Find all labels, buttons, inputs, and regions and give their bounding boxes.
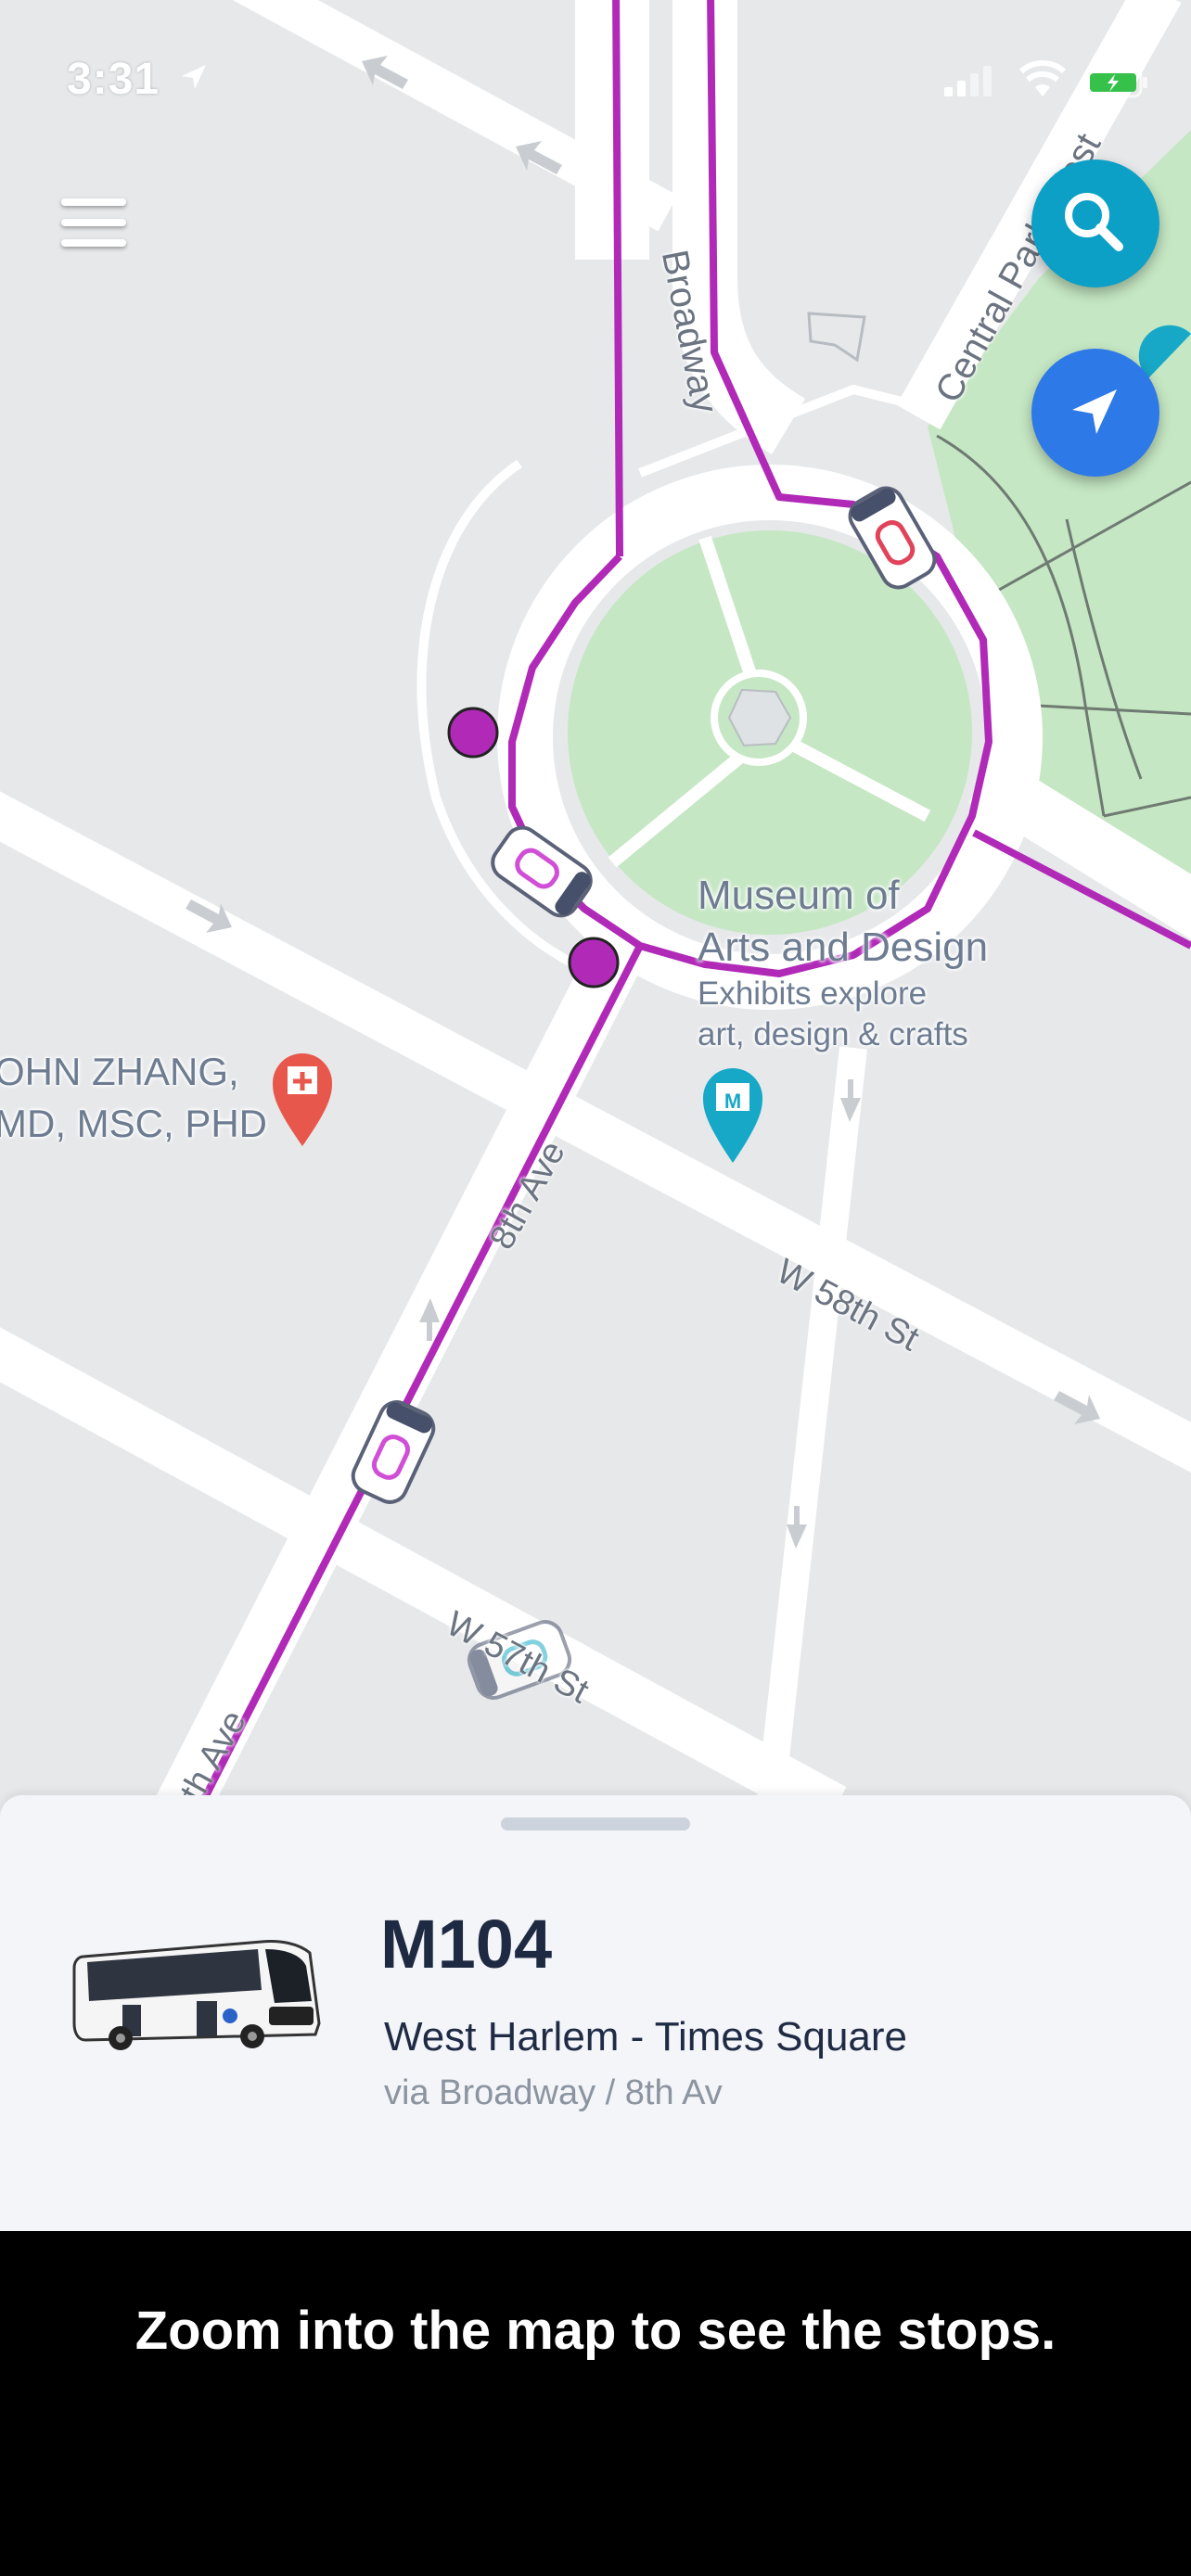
locate-me-button[interactable]	[1031, 349, 1159, 477]
museum-pin-icon: M	[703, 1068, 762, 1163]
cellular-signal-icon	[944, 66, 992, 96]
bus-stop	[568, 937, 620, 988]
hamburger-icon	[61, 198, 126, 206]
poi-museum-subtitle-line: art, design & crafts	[698, 1016, 968, 1052]
route-destination: West Harlem - Times Square	[384, 2014, 908, 2060]
hint-text: Zoom into the map to see the stops.	[134, 2301, 1057, 2361]
poi-museum-title-line: Arts and Design	[698, 925, 989, 970]
svg-text:M: M	[724, 1090, 741, 1113]
route-via: via Broadway / 8th Av	[384, 2073, 723, 2112]
hint-banner: Zoom into the map to see the stops.	[0, 2231, 1191, 2576]
battery-icon	[1083, 67, 1147, 98]
poi-doctor-line: MD, MSC, PHD	[0, 1102, 267, 1145]
map-view[interactable]: M Broadway Central Park West 8th Ave 8th…	[0, 0, 1191, 1817]
search-button[interactable]	[1031, 159, 1159, 287]
poi-museum-title[interactable]: Museum of Arts and Design	[698, 870, 988, 974]
status-bar: 3:31	[0, 0, 1191, 158]
doctor-pin-icon	[273, 1053, 332, 1146]
search-icon	[1065, 193, 1123, 251]
poi-doctor-label[interactable]: OHN ZHANG, MD, MSC, PHD	[0, 1046, 267, 1150]
menu-button[interactable]	[61, 195, 130, 254]
poi-museum-subtitle: Exhibits explore art, design & crafts	[698, 974, 968, 1055]
location-arrow-icon	[182, 65, 206, 89]
route-info-sheet[interactable]: M104 West Harlem - Times Square via Broa…	[0, 1795, 1191, 2231]
bus-stop	[447, 707, 499, 759]
route-name: M104	[380, 1906, 553, 1983]
status-time: 3:31	[67, 55, 160, 104]
sheet-grabber-handle[interactable]	[501, 1817, 690, 1830]
wifi-icon	[1018, 60, 1067, 96]
navigation-arrow-icon	[1072, 389, 1117, 434]
poi-museum-subtitle-line: Exhibits explore	[698, 976, 928, 1012]
poi-doctor-line: OHN ZHANG,	[0, 1050, 239, 1093]
hamburger-icon	[61, 219, 126, 226]
poi-museum-title-line: Museum of	[698, 873, 900, 918]
bus-image	[72, 1940, 321, 2050]
hamburger-icon	[61, 239, 126, 247]
